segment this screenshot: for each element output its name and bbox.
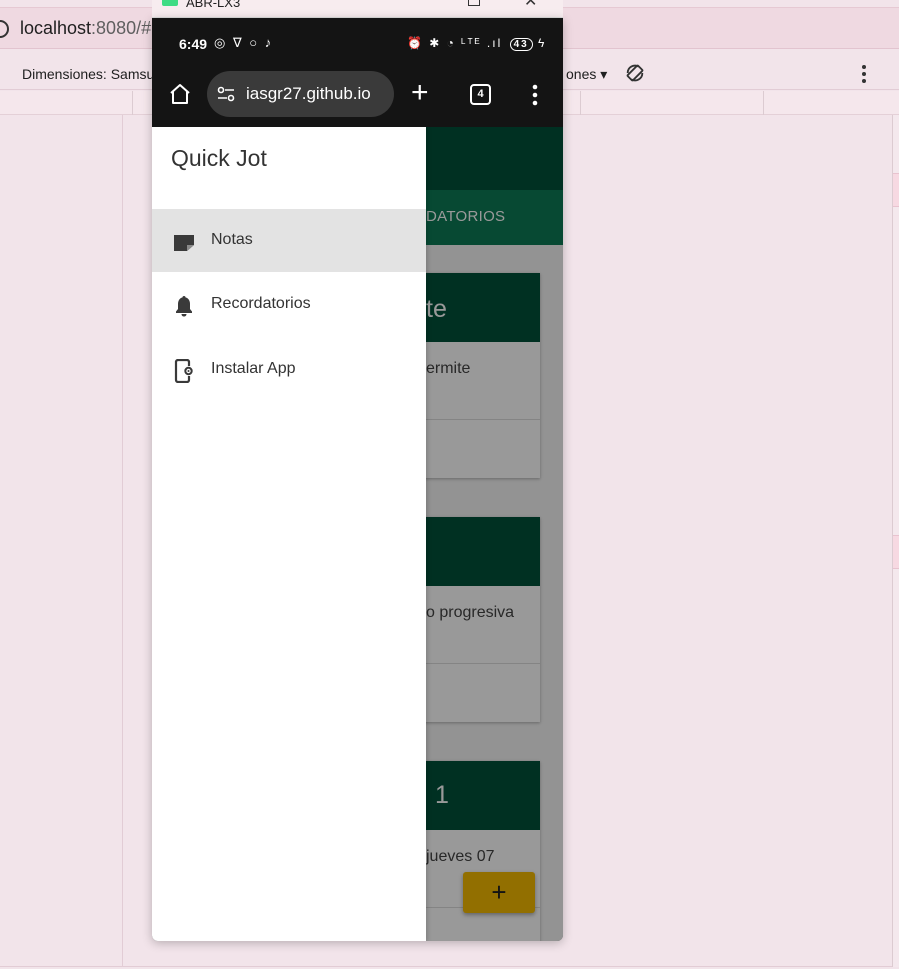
signal-icons: ⏰ ✱ ◔ ᴸᵀᴱ .ıl: [407, 36, 503, 50]
site-settings-icon[interactable]: [217, 85, 235, 103]
drawer-item-label: Instalar App: [211, 360, 296, 377]
maximize-icon[interactable]: [468, 0, 480, 6]
drawer-item-instalar-app[interactable]: Instalar App: [152, 338, 426, 401]
options-dropdown[interactable]: ones ▾: [566, 66, 607, 83]
android-icon: [162, 0, 178, 6]
drawer-item-label: Recordatorios: [211, 295, 311, 312]
mobile-browser-toolbar: iasgr27.github.io + 4: [152, 70, 563, 127]
url-host: localhost: [20, 18, 92, 38]
mobile-url-text: iasgr27.github.io: [246, 84, 371, 103]
close-icon[interactable]: ✕: [524, 0, 537, 11]
site-info-icon[interactable]: [0, 20, 9, 38]
drawer-item-label: Notas: [211, 231, 253, 248]
app-viewport: DATORIOS te ermite o progresiva 1 jueves…: [152, 127, 563, 941]
home-icon[interactable]: [168, 82, 192, 106]
dimensions-dropdown[interactable]: Dimensiones: Samsu: [22, 66, 154, 82]
drawer-item-recordatorios[interactable]: Recordatorios: [152, 273, 426, 336]
install-app-icon: [174, 359, 195, 383]
battery-icon: 43: [509, 38, 533, 51]
desktop-url[interactable]: localhost:8080/#: [20, 18, 151, 39]
drawer-item-notas[interactable]: Notas: [152, 209, 426, 272]
guide-line: [0, 966, 899, 967]
emulator-title: ABR-LX3: [186, 0, 241, 10]
new-tab-icon[interactable]: +: [411, 78, 429, 108]
rotate-icon[interactable]: [624, 62, 646, 84]
more-options-icon[interactable]: [532, 84, 538, 106]
system-icons: ⏰ ✱ ◔ ᴸᵀᴱ .ıl 43 ϟ: [407, 36, 547, 51]
drawer-title: Quick Jot: [171, 145, 267, 171]
guide-line: [122, 115, 123, 967]
tab-switcher-button[interactable]: 4: [470, 84, 491, 105]
url-path: :8080/#: [91, 18, 152, 38]
bell-icon: [176, 296, 192, 317]
note-icon: [174, 235, 194, 251]
phone-screen: 6:49 ◎ ∇ ○ ♪ ⏰ ✱ ◔ ᴸᵀᴱ .ıl 43 ϟ iasgr27.…: [152, 18, 563, 941]
mobile-url-bar[interactable]: iasgr27.github.io: [207, 71, 394, 117]
notification-icons: ◎ ∇ ○ ♪: [214, 35, 274, 50]
emulator-title-bar: ABR-LX3 ✕: [152, 0, 563, 18]
more-options-icon[interactable]: [858, 64, 870, 84]
devtools-edge: [892, 115, 899, 967]
status-bar: 6:49 ◎ ∇ ○ ♪ ⏰ ✱ ◔ ᴸᵀᴱ .ıl 43 ϟ: [152, 18, 563, 70]
status-time: 6:49: [179, 36, 208, 52]
navigation-drawer: Quick Jot Notas Recordatorios Instalar A…: [152, 127, 426, 941]
